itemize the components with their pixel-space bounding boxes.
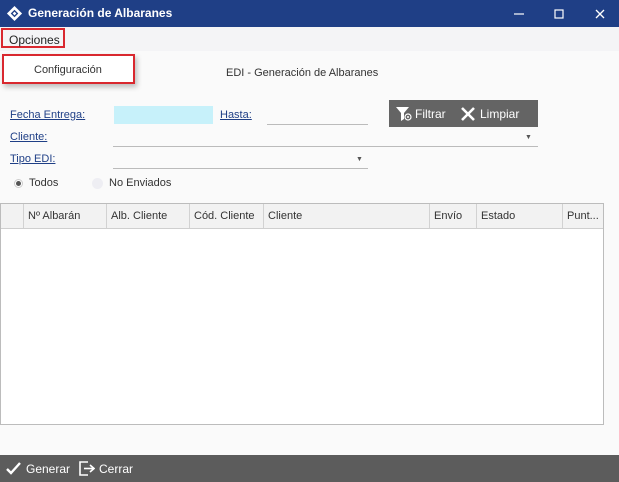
window-title: Generación de Albaranes (28, 6, 173, 20)
column-header-cod-cliente[interactable]: Cód. Cliente (190, 204, 264, 228)
column-header-estado[interactable]: Estado (477, 204, 563, 228)
cliente-select[interactable] (113, 128, 538, 147)
cliente-chevron-down-icon[interactable]: ▼ (525, 134, 532, 141)
minimize-button[interactable] (497, 0, 541, 27)
limpiar-label: Limpiar (480, 106, 520, 121)
footer-toolbar: Generar Cerrar (0, 455, 619, 482)
column-header-envio[interactable]: Envío (430, 204, 477, 228)
app-logo-icon (6, 5, 23, 22)
radio-todos-label: Todos (29, 177, 59, 189)
tipo-edi-label[interactable]: Tipo EDI: (10, 153, 55, 165)
filter-toolbar: Filtrar Limpiar (389, 100, 538, 127)
hasta-input[interactable] (267, 106, 368, 125)
close-button[interactable] (578, 0, 619, 27)
cliente-label[interactable]: Cliente: (10, 131, 47, 143)
tipo-edi-select[interactable] (113, 150, 368, 169)
checkmark-icon (6, 462, 21, 475)
cerrar-label: Cerrar (99, 461, 134, 476)
column-header-cliente[interactable]: Cliente (264, 204, 430, 228)
grid-header: Nº Albarán Alb. Cliente Cód. Cliente Cli… (1, 204, 603, 229)
tipo-edi-chevron-down-icon[interactable]: ▼ (356, 156, 363, 163)
exit-icon (79, 461, 95, 476)
close-icon (595, 9, 605, 19)
minimize-icon (514, 13, 524, 15)
hasta-label[interactable]: Hasta: (220, 109, 252, 121)
generar-label: Generar (26, 461, 71, 476)
filter-icon (396, 107, 412, 121)
generar-button[interactable]: Generar (6, 455, 70, 482)
menu-bar: Opciones (0, 27, 619, 51)
cerrar-button[interactable]: Cerrar (79, 455, 133, 482)
column-header-n-albaran[interactable]: Nº Albarán (24, 204, 107, 228)
opciones-dropdown: Configuración (2, 54, 135, 84)
filtrar-button[interactable]: Filtrar (395, 100, 446, 127)
column-header-selector[interactable] (1, 204, 24, 228)
title-bar: Generación de Albaranes (0, 0, 619, 27)
maximize-button[interactable] (537, 0, 581, 27)
filtrar-label: Filtrar (415, 106, 446, 121)
radio-todos[interactable]: Todos (14, 177, 58, 189)
albaranes-grid[interactable]: Nº Albarán Alb. Cliente Cód. Cliente Cli… (0, 203, 604, 425)
menu-item-configuracion[interactable]: Configuración (34, 64, 102, 76)
column-header-alb-cliente[interactable]: Alb. Cliente (107, 204, 190, 228)
maximize-icon (554, 9, 564, 19)
radio-no-enviados-label: No Enviados (109, 177, 172, 189)
limpiar-button[interactable]: Limpiar (460, 100, 519, 127)
clear-x-icon (461, 106, 475, 121)
fecha-entrega-input[interactable] (114, 106, 213, 124)
radio-no-enviados[interactable]: No Enviados (92, 177, 171, 189)
radio-selected-icon (14, 178, 23, 188)
fecha-entrega-label[interactable]: Fecha Entrega: (10, 109, 85, 121)
column-header-punt[interactable]: Punt... (563, 204, 603, 228)
form-title: EDI - Generación de Albaranes (226, 67, 379, 79)
menu-opciones[interactable]: Opciones (1, 28, 65, 48)
radio-unselected-icon (92, 177, 103, 189)
